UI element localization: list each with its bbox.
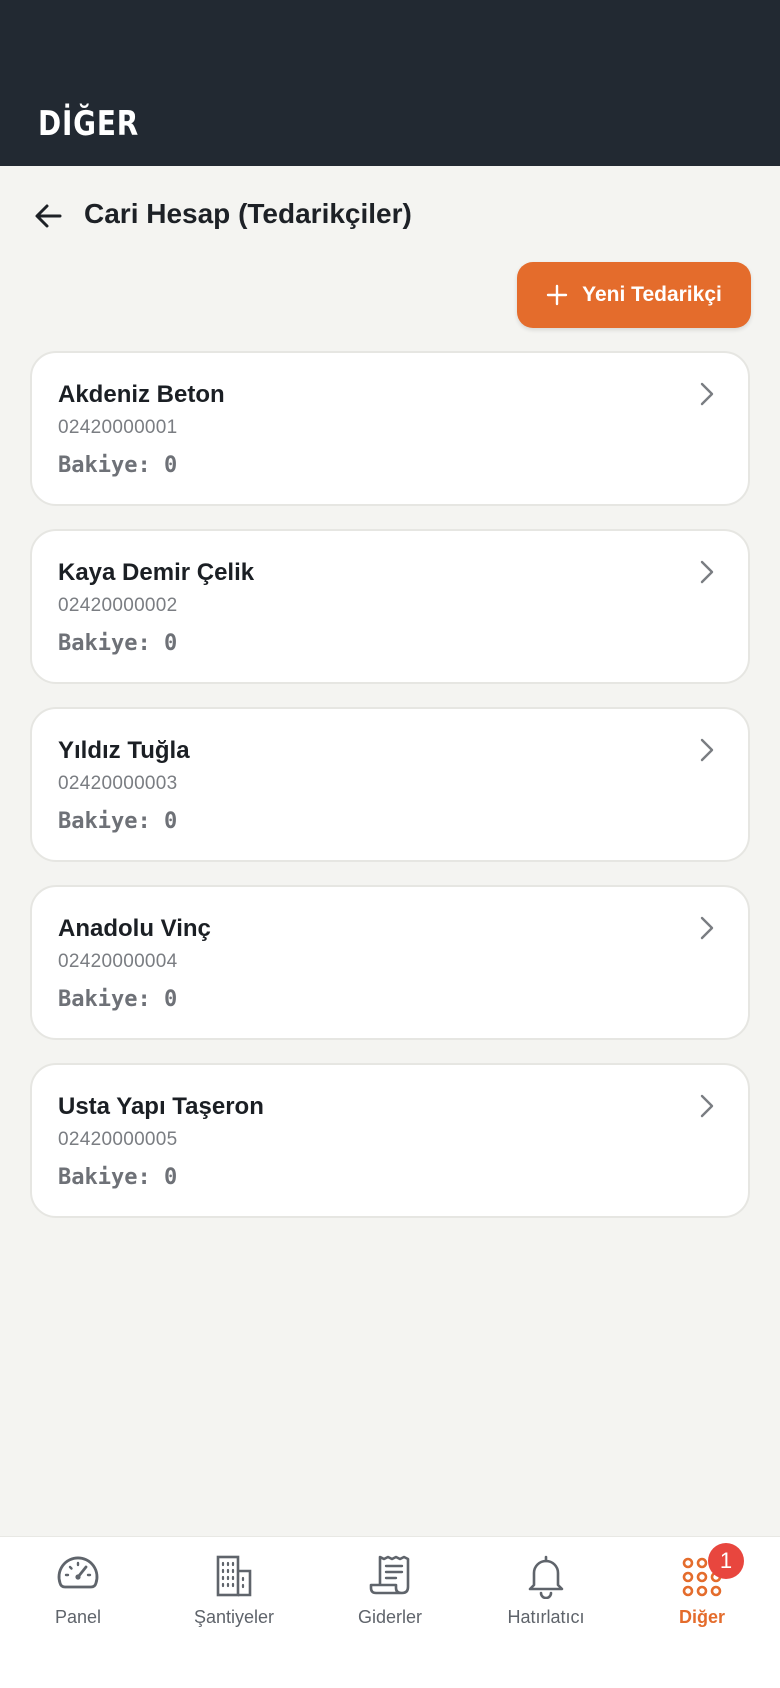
chevron-right-icon bbox=[700, 1094, 714, 1118]
new-supplier-label: Yeni Tedarikçi bbox=[582, 283, 722, 306]
bell-icon bbox=[522, 1551, 570, 1599]
app-bar-title: DİĞER bbox=[38, 104, 140, 144]
page-title: Cari Hesap (Tedarikçiler) bbox=[84, 198, 412, 229]
chevron-right-icon bbox=[700, 916, 714, 940]
chevron-right-icon bbox=[700, 738, 714, 762]
supplier-balance: Bakiye: 0 bbox=[58, 631, 178, 656]
notification-badge: 1 bbox=[708, 1543, 744, 1579]
nav-item-santiyeler[interactable]: Şantiyeler bbox=[156, 1537, 312, 1647]
nav-label: Şantiyeler bbox=[193, 1607, 275, 1627]
supplier-balance: Bakiye: 0 bbox=[58, 809, 178, 834]
supplier-phone: 02420000001 bbox=[58, 417, 178, 438]
supplier-card[interactable]: Anadolu Vinç 02420000004 Bakiye: 0 bbox=[30, 885, 750, 1040]
nav-item-giderler[interactable]: Giderler bbox=[312, 1537, 468, 1647]
supplier-phone: 02420000005 bbox=[58, 1129, 178, 1150]
nav-item-hatirlatici[interactable]: Hatırlatıcı bbox=[468, 1537, 624, 1647]
supplier-name: Kaya Demir Çelik bbox=[58, 559, 255, 586]
supplier-balance: Bakiye: 0 bbox=[58, 1165, 178, 1190]
nav-label: Giderler bbox=[357, 1607, 423, 1627]
supplier-phone: 02420000003 bbox=[58, 773, 178, 794]
supplier-name: Anadolu Vinç bbox=[58, 915, 211, 942]
grid-dots-icon: 1 bbox=[678, 1543, 744, 1599]
arrow-left-icon bbox=[35, 204, 62, 228]
nav-label: Diğer bbox=[678, 1607, 725, 1627]
supplier-name: Akdeniz Beton bbox=[58, 381, 225, 408]
plus-icon bbox=[546, 284, 568, 306]
app-root: DİĞER Cari Hesap (Tedarikçiler) Yeni Ted… bbox=[0, 0, 780, 1688]
building-icon bbox=[210, 1551, 258, 1599]
supplier-balance: Bakiye: 0 bbox=[58, 987, 178, 1012]
supplier-phone: 02420000004 bbox=[58, 951, 178, 972]
app-bar: DİĞER bbox=[0, 0, 780, 166]
back-button[interactable] bbox=[28, 196, 68, 236]
bottom-nav: Panel Şantiyeler Giderler Hatırlatıcı 1 … bbox=[0, 1536, 780, 1688]
supplier-phone: 02420000002 bbox=[58, 595, 178, 616]
page-header: Cari Hesap (Tedarikçiler) bbox=[0, 190, 780, 240]
chevron-right-icon bbox=[700, 382, 714, 406]
supplier-card[interactable]: Akdeniz Beton 02420000001 Bakiye: 0 bbox=[30, 351, 750, 506]
supplier-name: Yıldız Tuğla bbox=[58, 737, 190, 764]
nav-item-panel[interactable]: Panel bbox=[0, 1537, 156, 1647]
new-supplier-button[interactable]: Yeni Tedarikçi bbox=[517, 262, 751, 328]
nav-label: Hatırlatıcı bbox=[507, 1607, 585, 1627]
supplier-card[interactable]: Kaya Demir Çelik 02420000002 Bakiye: 0 bbox=[30, 529, 750, 684]
supplier-name: Usta Yapı Taşeron bbox=[58, 1093, 264, 1120]
supplier-list: Akdeniz Beton 02420000001 Bakiye: 0 Kaya… bbox=[30, 351, 750, 1241]
nav-label: Panel bbox=[54, 1607, 102, 1627]
chevron-right-icon bbox=[700, 560, 714, 584]
nav-item-diger[interactable]: 1 Diğer bbox=[624, 1537, 780, 1647]
supplier-card[interactable]: Usta Yapı Taşeron 02420000005 Bakiye: 0 bbox=[30, 1063, 750, 1218]
supplier-balance: Bakiye: 0 bbox=[58, 453, 178, 478]
supplier-card[interactable]: Yıldız Tuğla 02420000003 Bakiye: 0 bbox=[30, 707, 750, 862]
speedometer-icon bbox=[54, 1551, 102, 1599]
receipt-icon bbox=[366, 1551, 414, 1599]
